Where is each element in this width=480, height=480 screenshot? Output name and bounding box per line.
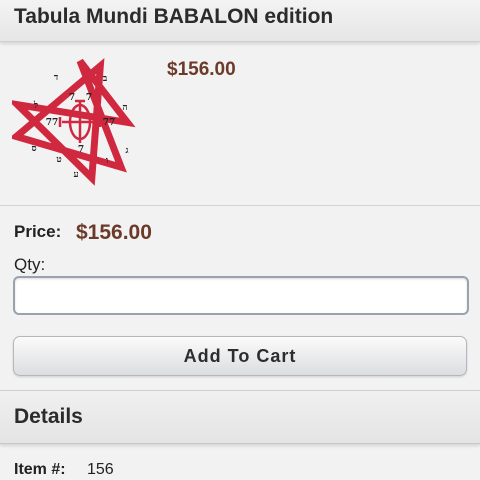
glyph: ד	[54, 73, 58, 83]
glyph: 7	[86, 93, 92, 103]
glyph: 7	[69, 93, 75, 103]
glyph: 77	[103, 118, 116, 128]
glyph: 7	[78, 145, 84, 155]
glyph: ג	[126, 146, 129, 156]
price-value: $156.00	[76, 221, 152, 244]
add-to-cart-button[interactable]: Add To Cart	[13, 336, 467, 376]
details-heading: Details	[14, 405, 83, 428]
summary-price: $156.00	[167, 59, 236, 80]
qty-input[interactable]	[13, 276, 469, 315]
product-title: Tabula Mundi BABALON edition	[14, 5, 334, 28]
product-image[interactable]: ד ב ה 7 7 77 77 7 ל ס ג ע ט ו	[12, 55, 148, 191]
qty-label: Qty:	[14, 255, 46, 274]
glyph: ט	[56, 155, 61, 165]
glyph: ע	[73, 170, 78, 180]
item-number-value: 156	[87, 461, 114, 478]
glyph: ו	[106, 156, 108, 166]
glyph: 77	[46, 118, 59, 128]
glyph: ה	[122, 103, 127, 113]
glyph: ל	[33, 100, 38, 111]
item-number-label: Item #:	[14, 461, 66, 478]
glyph: ב	[103, 74, 108, 84]
divider	[0, 205, 480, 206]
glyph: ס	[31, 144, 36, 154]
price-label: Price:	[14, 222, 62, 241]
